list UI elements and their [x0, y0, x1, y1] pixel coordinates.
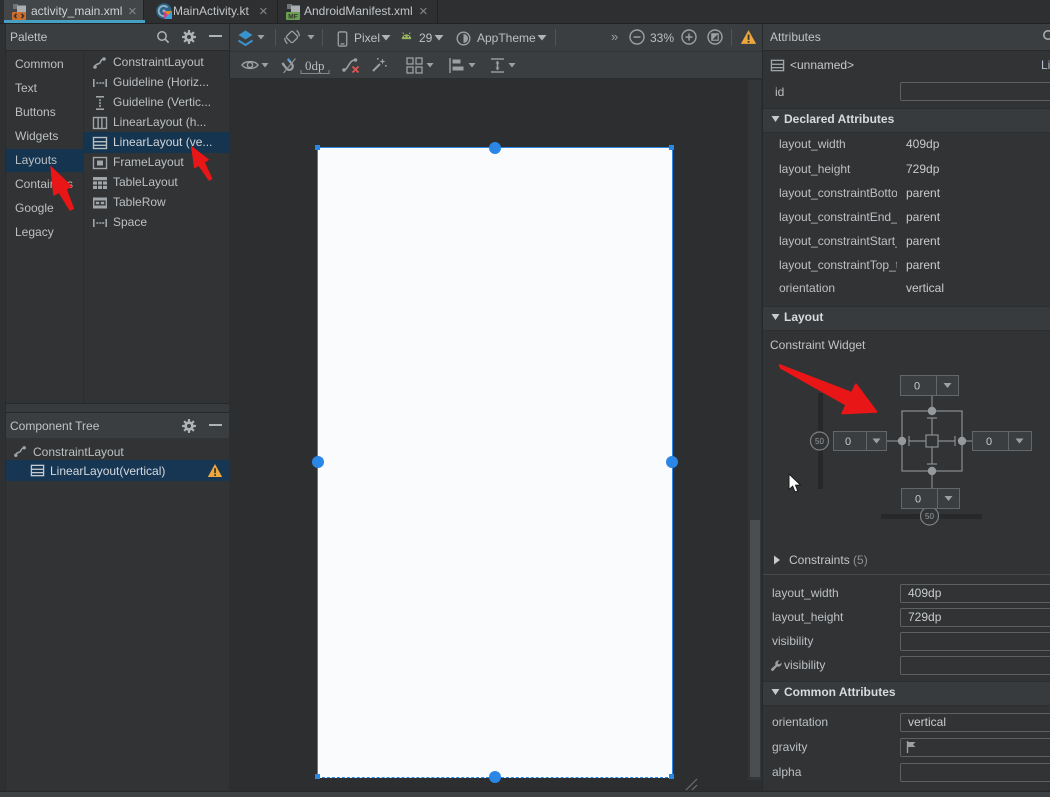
svg-text:MF: MF [288, 14, 297, 20]
svg-text:50: 50 [815, 437, 824, 446]
svg-text:50: 50 [925, 512, 934, 521]
svg-text:0: 0 [845, 436, 851, 448]
svg-text:0: 0 [915, 494, 921, 506]
svg-text:0: 0 [986, 436, 992, 448]
svg-text:0: 0 [914, 381, 920, 393]
